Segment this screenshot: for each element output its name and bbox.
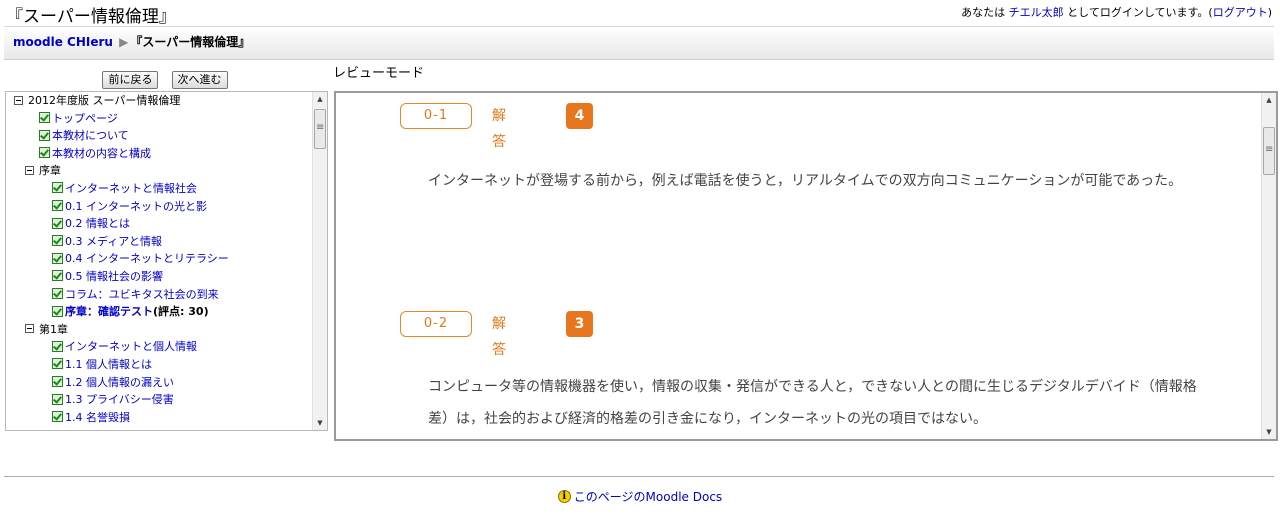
- toc-folder-label: 第1章: [39, 322, 68, 336]
- answer-label: 解答: [492, 108, 518, 150]
- footer-divider: [4, 476, 1274, 477]
- completed-check-icon: [52, 376, 63, 387]
- toc-item[interactable]: 序章：確認テスト(評点: 30): [6, 303, 316, 321]
- breadcrumb-separator: ▶: [119, 35, 129, 49]
- scroll-up-icon[interactable]: ▲: [1262, 93, 1276, 107]
- scroll-thumb[interactable]: [1263, 127, 1275, 175]
- toc-item-link[interactable]: 1.3 プライバシー侵害: [65, 393, 174, 406]
- toc-item-link[interactable]: 序章：確認テスト: [65, 305, 153, 318]
- completed-check-icon: [52, 235, 63, 247]
- login-close: ): [1267, 6, 1272, 19]
- toc-item-link[interactable]: 1.4 名誉毀損: [65, 411, 130, 424]
- toc-item[interactable]: 1.3 プライバシー侵害: [6, 391, 316, 409]
- toc-item-link[interactable]: 1.1 個人情報とは: [65, 358, 152, 371]
- toc-item-link[interactable]: 0.1 インターネットの光と影: [65, 200, 207, 213]
- toc-item[interactable]: インターネットと個人情報: [6, 338, 316, 356]
- completed-check-icon: [52, 393, 63, 405]
- content-scrollbar[interactable]: ▲ ▼: [1261, 93, 1276, 439]
- completed-check-icon: [52, 200, 63, 212]
- toc-item-link[interactable]: コラム：ユビキタス社会の到来: [65, 288, 219, 301]
- page-footer: i このページのMoodle Docs: [0, 488, 1280, 505]
- toc-item[interactable]: 0.4 インターネットとリテラシー: [6, 250, 316, 268]
- scroll-down-icon[interactable]: ▼: [313, 416, 327, 430]
- toc-item-link[interactable]: 0.2 情報とは: [65, 217, 130, 230]
- toc-item[interactable]: 0.1 インターネットの光と影: [6, 198, 316, 216]
- completed-check-icon: [52, 340, 63, 352]
- toc-item[interactable]: 0.5 情報社会の影響: [6, 268, 316, 286]
- breadcrumb-current: 『スーパー情報倫理』: [130, 35, 251, 49]
- toc-folder[interactable]: 序章: [6, 162, 316, 180]
- login-suffix: としてログインしています。(: [1067, 6, 1213, 19]
- toc-item[interactable]: トップページ: [6, 110, 316, 128]
- question-number: 0-1: [400, 103, 472, 129]
- toc-item-link[interactable]: インターネットと個人情報: [65, 340, 197, 353]
- scroll-up-icon[interactable]: ▲: [313, 92, 327, 106]
- completed-check-icon: [52, 252, 63, 264]
- toc-item-link[interactable]: トップページ: [52, 112, 118, 125]
- answer-number-badge: 3: [566, 311, 593, 337]
- page-title: 『スーパー情報倫理』: [6, 7, 176, 27]
- completed-check-icon: [39, 129, 50, 141]
- completed-check-icon: [52, 288, 63, 300]
- toc-item[interactable]: 0.3 メディアと情報: [6, 233, 316, 251]
- toc-item[interactable]: 0.2 情報とは: [6, 215, 316, 233]
- review-mode-label: レビューモード: [333, 66, 425, 81]
- answer-explanation: インターネットが登場する前から，例えば電話を使うと，リアルタイムでの双方向コミュ…: [428, 173, 1183, 189]
- toc-item-link[interactable]: 1.2 個人情報の漏えい: [65, 376, 174, 389]
- toc-root-label: 2012年度版 スーパー情報倫理: [28, 94, 181, 107]
- toc-item[interactable]: 1.4 名誉毀損: [6, 409, 316, 427]
- completed-check-icon: [52, 411, 63, 423]
- toc-item-score: (評点: 30): [153, 305, 209, 319]
- toc-item[interactable]: 本教材について: [6, 127, 316, 145]
- question-number: 0-2: [400, 311, 472, 337]
- breadcrumb-home-link[interactable]: moodle CHIeru: [13, 35, 113, 49]
- completed-check-icon: [39, 112, 50, 124]
- toc-folder-label: 序章: [39, 164, 61, 178]
- user-name-link[interactable]: チエル太郎: [1009, 6, 1064, 19]
- toc-nav-buttons: 前に戻る 次へ進む: [4, 68, 326, 89]
- toc-item-link[interactable]: 本教材について: [52, 129, 129, 142]
- completed-check-icon: [52, 358, 63, 370]
- collapse-icon[interactable]: [14, 95, 23, 105]
- toc-list: 2012年度版 スーパー情報倫理 トップページ 本教材について本教材の内容と構成序…: [6, 92, 316, 426]
- page-header: 『スーパー情報倫理』 あなたは チエル太郎 としてログインしています。(ログアウ…: [0, 0, 1280, 62]
- toc-item[interactable]: 本教材の内容と構成: [6, 145, 316, 163]
- toc-item[interactable]: インターネットと情報社会: [6, 180, 316, 198]
- completed-check-icon: [52, 270, 63, 282]
- toc-item[interactable]: 1.1 個人情報とは: [6, 356, 316, 374]
- info-icon: i: [557, 490, 571, 503]
- toc-item-link[interactable]: 0.5 情報社会の影響: [65, 270, 163, 283]
- logout-link[interactable]: ログアウト: [1213, 6, 1268, 19]
- login-prefix: あなたは: [961, 6, 1006, 19]
- toc-root[interactable]: 2012年度版 スーパー情報倫理: [6, 92, 316, 110]
- answer-number-badge: 4: [566, 103, 593, 129]
- answer-explanation: コンピュータ等の情報機器を使い，情報の収集・発信ができる人と，できない人との間に…: [428, 379, 1197, 427]
- completed-check-icon: [52, 217, 63, 229]
- login-info: あなたは チエル太郎 としてログインしています。(ログアウト): [961, 4, 1272, 20]
- prev-button[interactable]: 前に戻る: [102, 71, 159, 89]
- toc-item[interactable]: 1.2 個人情報の漏えい: [6, 374, 316, 392]
- collapse-icon[interactable]: [25, 324, 34, 334]
- toc-item-link[interactable]: インターネットと情報社会: [65, 182, 197, 195]
- toc-item-link[interactable]: 0.4 インターネットとリテラシー: [65, 252, 229, 265]
- toc-item-link[interactable]: 0.3 メディアと情報: [65, 235, 162, 248]
- content-frame: 0-1 解答 4 インターネットが登場する前から，例えば電話を使うと，リアルタイ…: [334, 91, 1278, 441]
- next-button[interactable]: 次へ進む: [171, 71, 228, 89]
- breadcrumb: moodle CHIeru ▶ 『スーパー情報倫理』: [13, 33, 250, 50]
- completed-check-icon: [52, 305, 63, 317]
- completed-check-icon: [52, 182, 63, 194]
- scroll-thumb[interactable]: [314, 109, 326, 149]
- toc-item[interactable]: コラム：ユビキタス社会の到来: [6, 286, 316, 304]
- collapse-icon[interactable]: [25, 165, 34, 175]
- toc-scrollbar[interactable]: ▲ ▼: [312, 92, 327, 430]
- toc-folder[interactable]: 第1章: [6, 321, 316, 339]
- moodle-docs-link[interactable]: このページのMoodle Docs: [574, 490, 722, 504]
- completed-check-icon: [39, 147, 50, 159]
- answer-label: 解答: [492, 316, 518, 358]
- toc-item-link[interactable]: 本教材の内容と構成: [52, 147, 151, 160]
- navbar: moodle CHIeru ▶ 『スーパー情報倫理』: [4, 26, 1274, 60]
- scroll-down-icon[interactable]: ▼: [1262, 425, 1276, 439]
- toc-panel[interactable]: 2012年度版 スーパー情報倫理 トップページ 本教材について本教材の内容と構成序…: [5, 91, 328, 431]
